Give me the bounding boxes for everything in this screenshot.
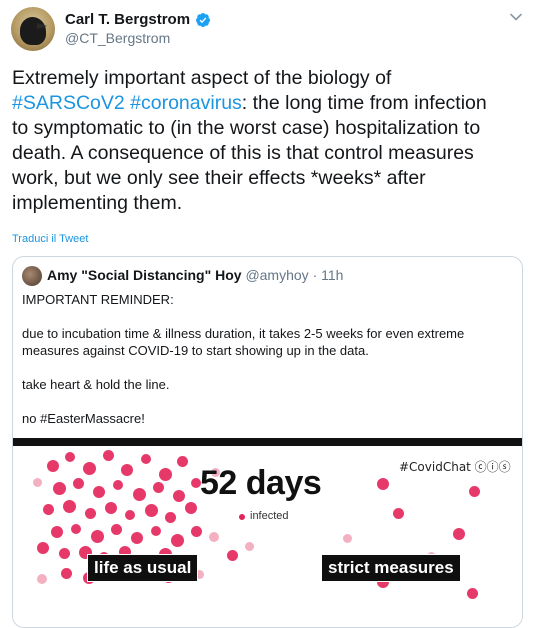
tweet-line: to symptomatic to (in the worst case) ho…	[12, 117, 481, 139]
video-watermark: #CovidChat ⓒⓘⓢ	[399, 460, 511, 474]
infection-dot	[165, 512, 176, 523]
infection-dot	[245, 542, 254, 551]
infection-dot	[61, 568, 72, 579]
avatar-beak-shape	[37, 23, 47, 29]
infection-dot	[209, 532, 219, 542]
infection-dot	[93, 486, 105, 498]
legend-infected-dot	[239, 514, 245, 520]
author-handle[interactable]: @CT_Bergstrom	[65, 30, 170, 46]
quoted-author-handle[interactable]: @amyhoy	[245, 267, 308, 283]
author-name-row: Carl T. Bergstrom	[65, 11, 211, 28]
quoted-tweet-header: Amy "Social Distancing" Hoy @amyhoy · 11…	[47, 267, 343, 283]
translate-tweet-link[interactable]: Traduci il Tweet	[12, 233, 88, 245]
infection-dot	[63, 500, 76, 513]
infection-dot	[71, 524, 81, 534]
quoted-paragraph: IMPORTANT REMINDER:	[22, 292, 174, 307]
infection-dot	[111, 524, 122, 535]
infection-dot	[83, 462, 96, 475]
infection-dot	[177, 456, 188, 467]
tweet-line: death. A consequence of this is that con…	[12, 142, 474, 164]
infection-dot	[103, 450, 114, 461]
video-label-strict-measures: strict measures	[321, 554, 461, 582]
tweet-text: Extremely important aspect of the biolog…	[12, 66, 527, 216]
video-day-counter: 52 days	[200, 464, 322, 502]
quoted-tweet-card[interactable]: Amy "Social Distancing" Hoy @amyhoy · 11…	[12, 256, 523, 628]
infection-dot	[43, 504, 54, 515]
infection-dot	[227, 550, 238, 561]
video-top-bar	[13, 438, 522, 446]
infection-dot	[47, 460, 59, 472]
infection-dot	[91, 530, 104, 543]
tweet-line: work, but we only see their effects *wee…	[12, 167, 426, 189]
infection-dot	[51, 526, 63, 538]
infection-dot	[131, 532, 143, 544]
infection-dot	[343, 534, 352, 543]
infection-dot	[185, 502, 197, 514]
infection-dot	[453, 528, 465, 540]
infection-dot	[73, 478, 84, 489]
quoted-paragraph: take heart & hold the line.	[22, 377, 170, 392]
infection-dot	[37, 542, 49, 554]
infection-dot	[133, 488, 146, 501]
infection-dot	[469, 486, 480, 497]
quoted-tweet-text: IMPORTANT REMINDER: due to incubation ti…	[22, 291, 512, 444]
quoted-author-name[interactable]: Amy "Social Distancing" Hoy	[47, 267, 242, 283]
quoted-tweet-time[interactable]: 11h	[321, 267, 343, 283]
video-legend-infected: infected	[250, 510, 289, 522]
infection-dot	[113, 480, 123, 490]
tweet-line: implementing them.	[12, 192, 183, 214]
infection-dot	[153, 482, 164, 493]
infection-dot	[171, 534, 184, 547]
infection-dot	[467, 588, 478, 599]
infection-dot	[377, 478, 389, 490]
infection-dot	[53, 482, 66, 495]
infection-dot	[141, 454, 151, 464]
video-label-life-as-usual: life as usual	[87, 554, 199, 582]
infection-dot	[393, 508, 404, 519]
quoted-paragraph: no #EasterMassacre!	[22, 411, 145, 426]
infection-dot	[145, 504, 158, 517]
tweet-line: Extremely important aspect of the biolog…	[12, 67, 392, 89]
infection-dot	[191, 526, 202, 537]
infection-dot	[159, 468, 172, 481]
infection-dot	[105, 502, 117, 514]
quoted-media-video[interactable]: #CovidChat ⓒⓘⓢ 52 days infected life as …	[13, 438, 522, 627]
tweet-line: #SARSCoV2 #coronavirus: the long time fr…	[12, 91, 527, 116]
infection-dot	[59, 548, 70, 559]
verified-badge-icon	[196, 12, 211, 27]
chevron-down-icon[interactable]	[509, 10, 523, 24]
author-avatar[interactable]	[11, 7, 55, 51]
author-display-name[interactable]: Carl T. Bergstrom	[65, 11, 190, 28]
hashtag-link[interactable]: #coronavirus	[130, 92, 242, 114]
meta-separator: ·	[312, 267, 318, 283]
quoted-author-avatar[interactable]	[22, 266, 42, 286]
tweet-line-fragment: : the long time from infection	[241, 92, 487, 114]
hashtag-link[interactable]: #SARSCoV2	[12, 92, 125, 114]
infection-dot	[125, 510, 135, 520]
infection-dot	[151, 526, 161, 536]
infection-dot	[121, 464, 133, 476]
avatar-bird-shape	[20, 17, 46, 45]
infection-dot	[33, 478, 42, 487]
infection-dot	[85, 508, 96, 519]
infection-dot	[37, 574, 47, 584]
infection-dot	[173, 490, 185, 502]
quoted-paragraph: due to incubation time & illness duratio…	[22, 326, 465, 358]
infection-dot	[65, 452, 75, 462]
